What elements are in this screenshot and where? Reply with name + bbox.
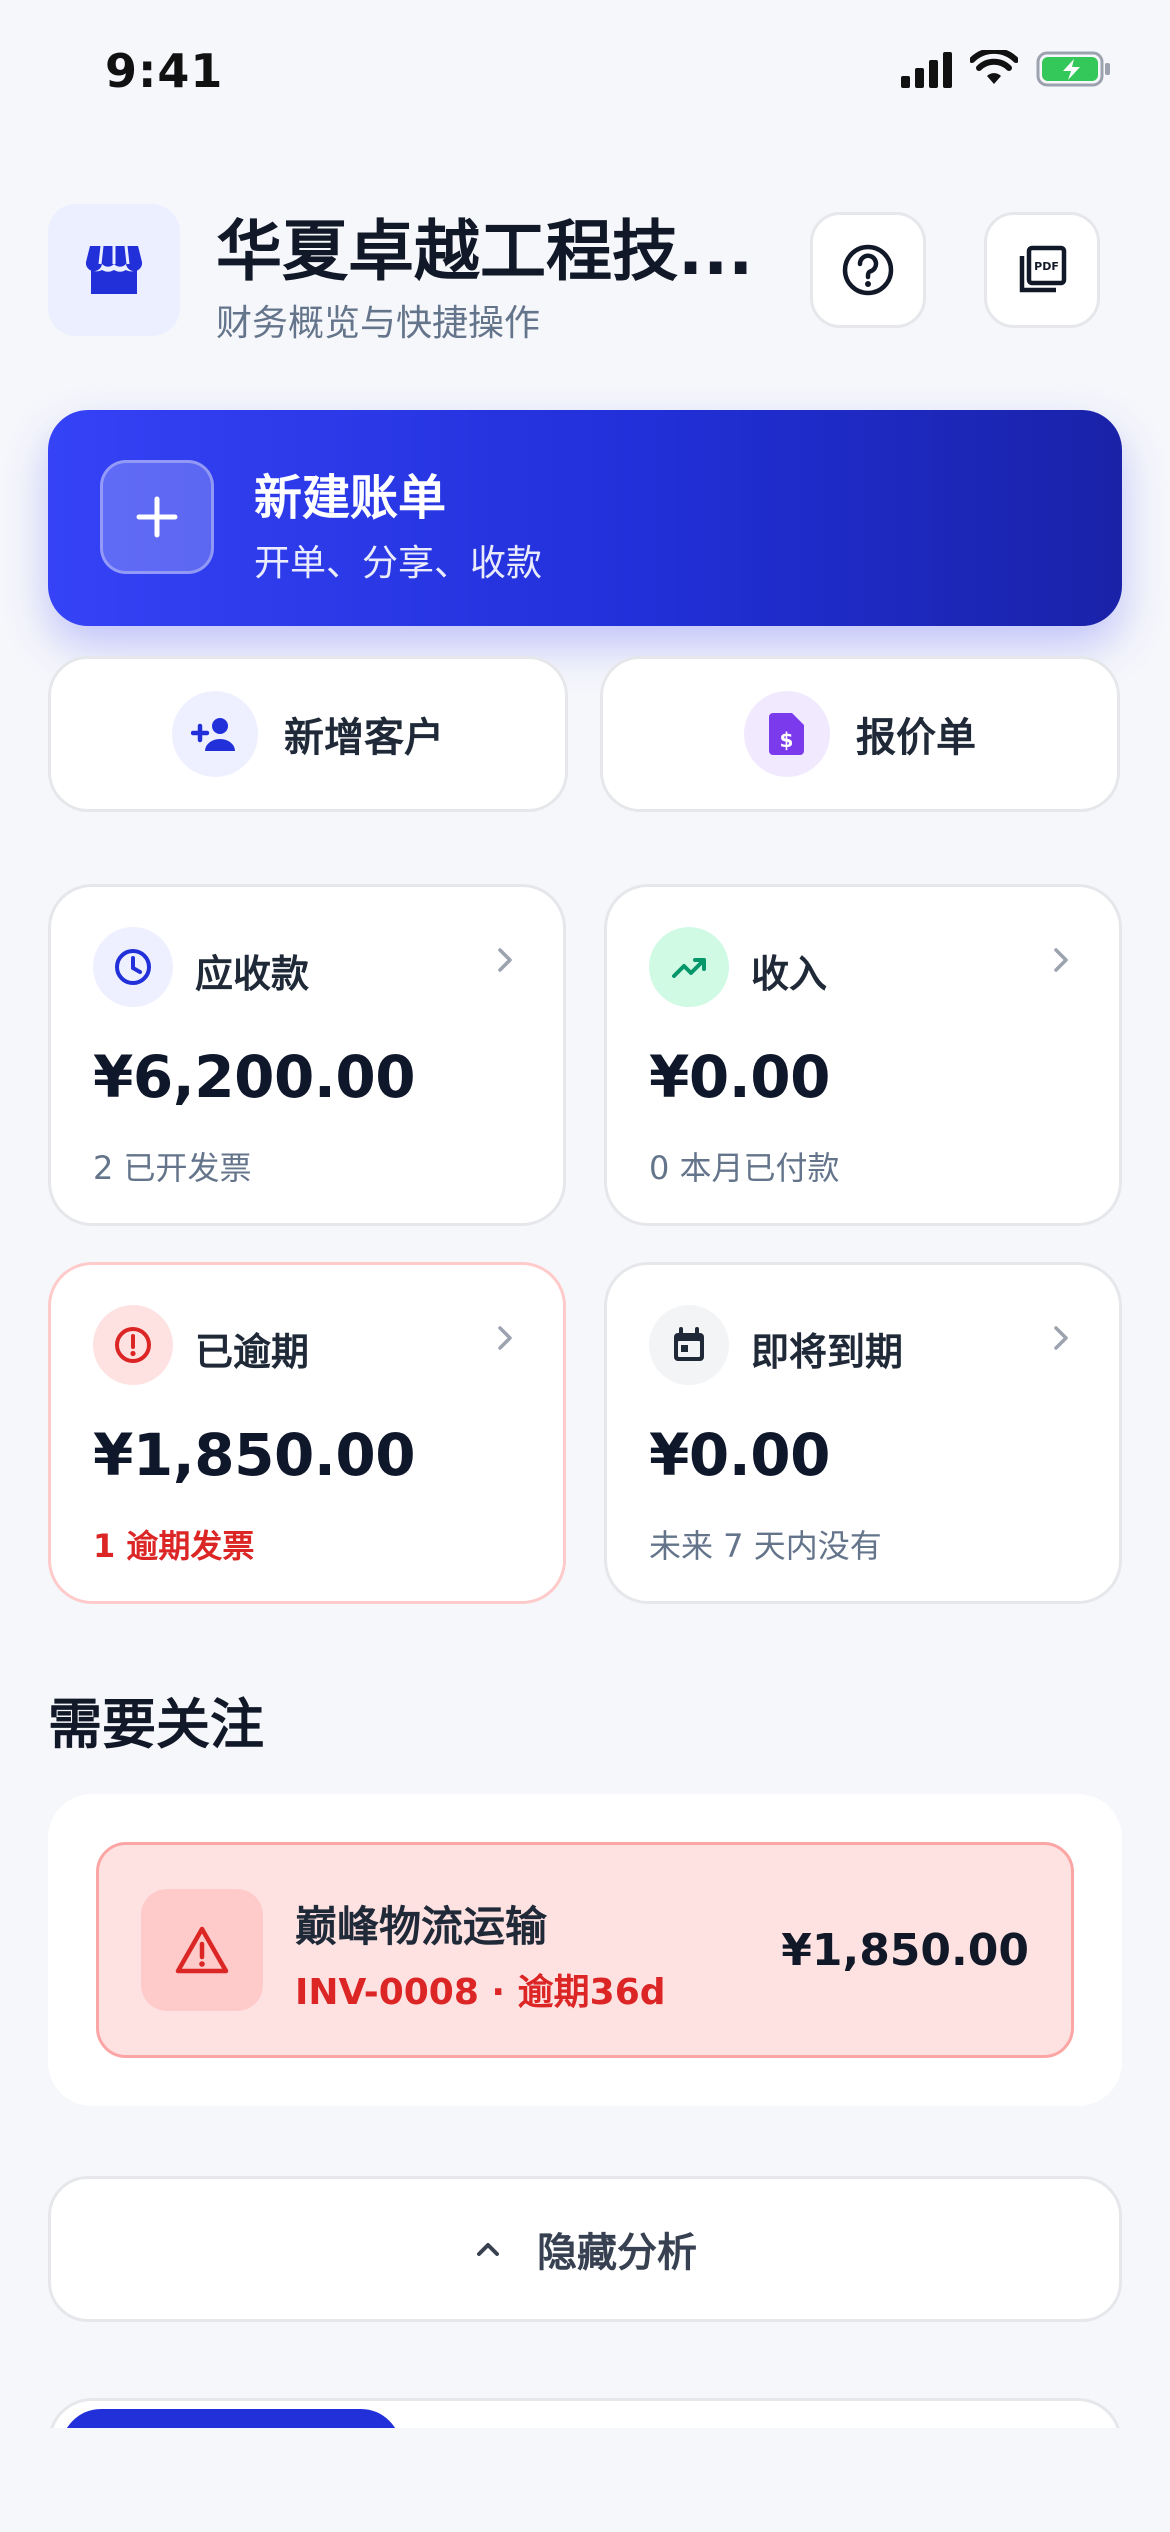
card-amount: ¥0.00 bbox=[649, 1043, 830, 1111]
upcoming-card[interactable]: 即将到期 ¥0.00 未来 7 天内没有 bbox=[604, 1262, 1122, 1604]
attention-panel: 巅峰物流运输 INV-0008 · 逾期36d ¥1,850.00 bbox=[48, 1794, 1122, 2106]
help-button[interactable] bbox=[810, 212, 926, 328]
chevron-right-icon bbox=[498, 948, 512, 972]
card-title: 应收款 bbox=[195, 952, 310, 996]
add-user-icon bbox=[172, 691, 258, 777]
store-icon bbox=[85, 245, 143, 294]
attention-section-title: 需要关注 bbox=[48, 1693, 264, 1756]
status-time: 9:41 bbox=[105, 44, 224, 98]
card-title: 收入 bbox=[751, 952, 828, 996]
battery-icon bbox=[1036, 51, 1110, 87]
card-amount: ¥0.00 bbox=[649, 1421, 830, 1489]
chevron-right-icon bbox=[1054, 1326, 1068, 1350]
calendar-icon bbox=[649, 1305, 729, 1385]
card-subtext: 1 逾期发票 bbox=[93, 1527, 255, 1565]
attention-invoice-meta: INV-0008 · 逾期36d bbox=[295, 1972, 666, 2013]
card-title: 已逾期 bbox=[195, 1330, 310, 1374]
overdue-card[interactable]: 已逾期 ¥1,850.00 1 逾期发票 bbox=[48, 1262, 566, 1604]
clock-icon bbox=[93, 927, 173, 1007]
trending-up-icon bbox=[649, 927, 729, 1007]
create-invoice-button[interactable]: 新建账单 开单、分享、收款 bbox=[48, 410, 1122, 626]
attention-item[interactable]: 巅峰物流运输 INV-0008 · 逾期36d ¥1,850.00 bbox=[96, 1842, 1074, 2058]
card-subtext: 2 已开发票 bbox=[93, 1149, 252, 1187]
card-amount: ¥1,850.00 bbox=[93, 1421, 416, 1489]
dollar-document-icon: $ bbox=[744, 691, 830, 777]
card-subtext: 未来 7 天内没有 bbox=[649, 1527, 882, 1565]
add-customer-button[interactable]: 新增客户 bbox=[48, 656, 568, 812]
page-subtitle: 财务概览与快捷操作 bbox=[216, 303, 541, 344]
chevron-up-icon bbox=[477, 2243, 499, 2256]
store-logo bbox=[48, 204, 180, 336]
pdf-icon: PDF bbox=[1019, 245, 1067, 293]
attention-amount: ¥1,850.00 bbox=[781, 1925, 1029, 1976]
plus-icon bbox=[136, 496, 178, 538]
company-name: 华夏卓越工程技... bbox=[216, 213, 754, 290]
add-customer-label: 新增客户 bbox=[284, 715, 444, 761]
quote-button[interactable]: $ 报价单 bbox=[600, 656, 1120, 812]
status-icons bbox=[901, 50, 1112, 88]
create-invoice-subtitle: 开单、分享、收款 bbox=[254, 543, 543, 584]
card-subtext: 0 本月已付款 bbox=[649, 1149, 840, 1187]
svg-text:$: $ bbox=[780, 728, 794, 752]
bottom-fade bbox=[0, 2428, 1170, 2532]
create-invoice-title: 新建账单 bbox=[254, 470, 447, 526]
alert-circle-icon bbox=[93, 1305, 173, 1385]
warning-icon bbox=[141, 1889, 263, 2011]
hide-analytics-button[interactable]: 隐藏分析 bbox=[48, 2176, 1122, 2322]
attention-customer-name: 巅峰物流运输 bbox=[295, 1902, 548, 1951]
card-amount: ¥6,200.00 bbox=[93, 1043, 416, 1111]
svg-text:PDF: PDF bbox=[1034, 260, 1059, 273]
quote-label: 报价单 bbox=[856, 715, 976, 761]
card-title: 即将到期 bbox=[751, 1330, 904, 1374]
hide-analytics-label: 隐藏分析 bbox=[537, 2230, 697, 2276]
income-card[interactable]: 收入 ¥0.00 0 本月已付款 bbox=[604, 884, 1122, 1226]
chevron-right-icon bbox=[1054, 948, 1068, 972]
plus-icon-box bbox=[100, 460, 214, 574]
wifi-icon bbox=[970, 50, 1018, 84]
signal-icon bbox=[901, 50, 952, 88]
receivable-card[interactable]: 应收款 ¥6,200.00 2 已开发票 bbox=[48, 884, 566, 1226]
pdf-export-button[interactable]: PDF bbox=[984, 212, 1100, 328]
help-icon bbox=[842, 244, 894, 296]
chevron-right-icon bbox=[498, 1326, 512, 1350]
